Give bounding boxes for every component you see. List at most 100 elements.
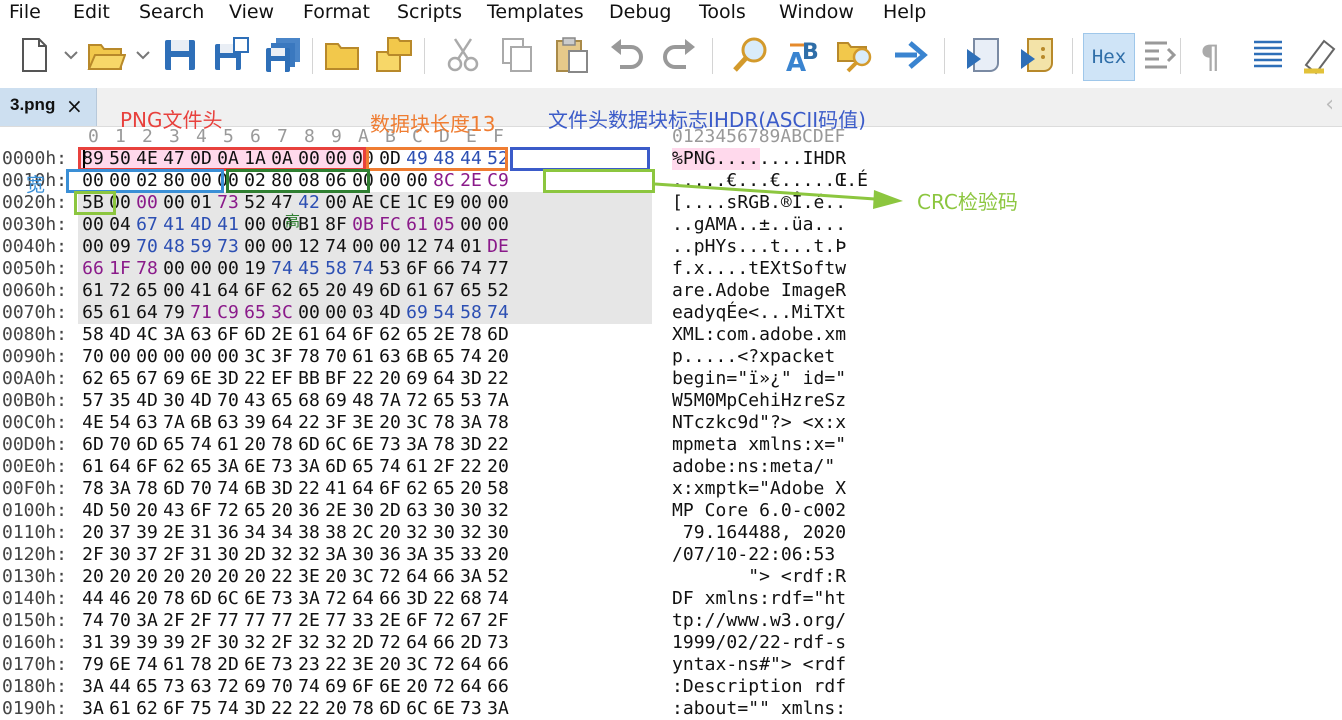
- hex-byte[interactable]: 00: [487, 192, 509, 214]
- hex-byte[interactable]: 6F: [136, 456, 158, 478]
- hex-byte[interactable]: 00: [190, 346, 212, 368]
- hex-byte[interactable]: 6D: [487, 324, 509, 346]
- hex-byte[interactable]: 3D: [406, 588, 428, 610]
- hex-byte[interactable]: AE: [352, 192, 374, 214]
- hex-byte[interactable]: 39: [163, 632, 185, 654]
- hex-byte[interactable]: 66: [379, 588, 401, 610]
- menu-edit[interactable]: Edit: [73, 1, 110, 23]
- hex-byte[interactable]: 64: [325, 324, 347, 346]
- hex-byte[interactable]: 78: [433, 434, 455, 456]
- hex-byte[interactable]: 73: [271, 456, 293, 478]
- hex-byte[interactable]: 65: [433, 390, 455, 412]
- hex-byte[interactable]: 30: [217, 632, 239, 654]
- hex-byte[interactable]: 72: [433, 654, 455, 676]
- hex-byte[interactable]: 20: [109, 566, 131, 588]
- hex-byte[interactable]: 61: [163, 654, 185, 676]
- hex-byte[interactable]: 64: [352, 588, 374, 610]
- hex-byte[interactable]: 00: [109, 346, 131, 368]
- hex-byte[interactable]: 22: [298, 698, 320, 720]
- hex-byte[interactable]: 74: [460, 346, 482, 368]
- hex-byte[interactable]: 4D: [82, 500, 104, 522]
- hex-byte[interactable]: 74: [298, 676, 320, 698]
- hex-byte[interactable]: 65: [190, 456, 212, 478]
- hex-byte[interactable]: 65: [298, 280, 320, 302]
- hex-byte[interactable]: 04: [109, 214, 131, 236]
- hex-byte[interactable]: 77: [217, 610, 239, 632]
- hex-byte[interactable]: 77: [244, 610, 266, 632]
- hex-byte[interactable]: 2D: [352, 632, 374, 654]
- hex-byte[interactable]: 73: [460, 698, 482, 720]
- hex-byte[interactable]: EF: [271, 368, 293, 390]
- hex-byte[interactable]: 20: [460, 478, 482, 500]
- hex-byte[interactable]: 22: [271, 698, 293, 720]
- hex-byte[interactable]: 77: [325, 610, 347, 632]
- hex-byte[interactable]: 73: [217, 236, 239, 258]
- hex-byte[interactable]: 64: [406, 632, 428, 654]
- hex-byte[interactable]: 61: [406, 280, 428, 302]
- hex-byte[interactable]: 74: [487, 302, 509, 324]
- hex-byte[interactable]: 62: [163, 456, 185, 478]
- hex-byte[interactable]: 78: [487, 412, 509, 434]
- hex-byte[interactable]: 8C: [433, 170, 455, 192]
- hex-byte[interactable]: 7A: [163, 412, 185, 434]
- menu-tools[interactable]: Tools: [699, 1, 746, 23]
- hex-byte[interactable]: 6B: [190, 412, 212, 434]
- hex-byte[interactable]: 62: [82, 368, 104, 390]
- ascii-text[interactable]: f.x....tEXtSoftw: [672, 258, 846, 280]
- hex-byte[interactable]: 2F: [433, 456, 455, 478]
- save-icon[interactable]: [158, 32, 202, 78]
- ascii-text[interactable]: 79.164488, 2020: [672, 522, 846, 544]
- hex-byte[interactable]: 74: [352, 258, 374, 280]
- ascii-text[interactable]: begin="ï»¿" id=": [672, 368, 846, 390]
- hex-byte[interactable]: 6E: [433, 698, 455, 720]
- hex-byte[interactable]: 37: [109, 522, 131, 544]
- hex-byte[interactable]: 63: [217, 412, 239, 434]
- hex-byte[interactable]: 63: [190, 324, 212, 346]
- hex-byte[interactable]: 6E: [109, 654, 131, 676]
- hex-byte[interactable]: 43: [244, 390, 266, 412]
- ascii-text[interactable]: 1999/02/22-rdf-s: [672, 632, 846, 654]
- hex-byte[interactable]: 20: [379, 412, 401, 434]
- hex-byte[interactable]: 2E: [163, 522, 185, 544]
- hex-byte[interactable]: FC: [379, 214, 401, 236]
- menu-format[interactable]: Format: [303, 1, 370, 23]
- hex-byte[interactable]: 6F: [244, 280, 266, 302]
- hex-byte[interactable]: 00: [163, 258, 185, 280]
- dropdown-arrow-icon[interactable]: [58, 32, 84, 78]
- hex-byte[interactable]: 00: [352, 236, 374, 258]
- dropdown-arrow-icon[interactable]: [130, 32, 156, 78]
- hex-byte[interactable]: 32: [487, 500, 509, 522]
- hex-byte[interactable]: 67: [136, 214, 158, 236]
- hex-byte[interactable]: 2D: [460, 632, 482, 654]
- hex-byte[interactable]: 20: [406, 676, 428, 698]
- menu-window[interactable]: Window: [779, 1, 854, 23]
- hex-byte[interactable]: 46: [109, 588, 131, 610]
- hex-byte[interactable]: 3A: [136, 610, 158, 632]
- hex-byte[interactable]: 62: [136, 698, 158, 720]
- hex-byte[interactable]: 22: [298, 412, 320, 434]
- hex-byte[interactable]: 69: [163, 368, 185, 390]
- hex-byte[interactable]: 3A: [298, 588, 320, 610]
- hex-byte[interactable]: 70: [136, 236, 158, 258]
- hex-byte[interactable]: 50: [109, 500, 131, 522]
- hex-byte[interactable]: 64: [433, 368, 455, 390]
- hex-byte[interactable]: 00: [298, 302, 320, 324]
- hex-byte[interactable]: 32: [271, 544, 293, 566]
- menu-help[interactable]: Help: [883, 1, 926, 23]
- hex-byte[interactable]: 64: [460, 654, 482, 676]
- hex-byte[interactable]: 6E: [244, 588, 266, 610]
- redo-icon[interactable]: [658, 32, 702, 78]
- open-folder-icon[interactable]: [84, 32, 128, 78]
- paragraph-icon[interactable]: ¶: [1190, 32, 1234, 78]
- hex-byte[interactable]: 6D: [325, 456, 347, 478]
- hex-byte[interactable]: 58: [487, 478, 509, 500]
- run-script-icon[interactable]: [962, 32, 1006, 78]
- hex-byte[interactable]: 32: [325, 632, 347, 654]
- hex-byte[interactable]: 57: [82, 390, 104, 412]
- hex-byte[interactable]: 70: [82, 346, 104, 368]
- hex-byte[interactable]: 8F: [325, 214, 347, 236]
- ascii-text[interactable]: p.....<?xpacket: [672, 346, 846, 368]
- hex-byte[interactable]: 78: [136, 258, 158, 280]
- hex-byte[interactable]: 33: [460, 544, 482, 566]
- hex-byte[interactable]: 6E: [190, 368, 212, 390]
